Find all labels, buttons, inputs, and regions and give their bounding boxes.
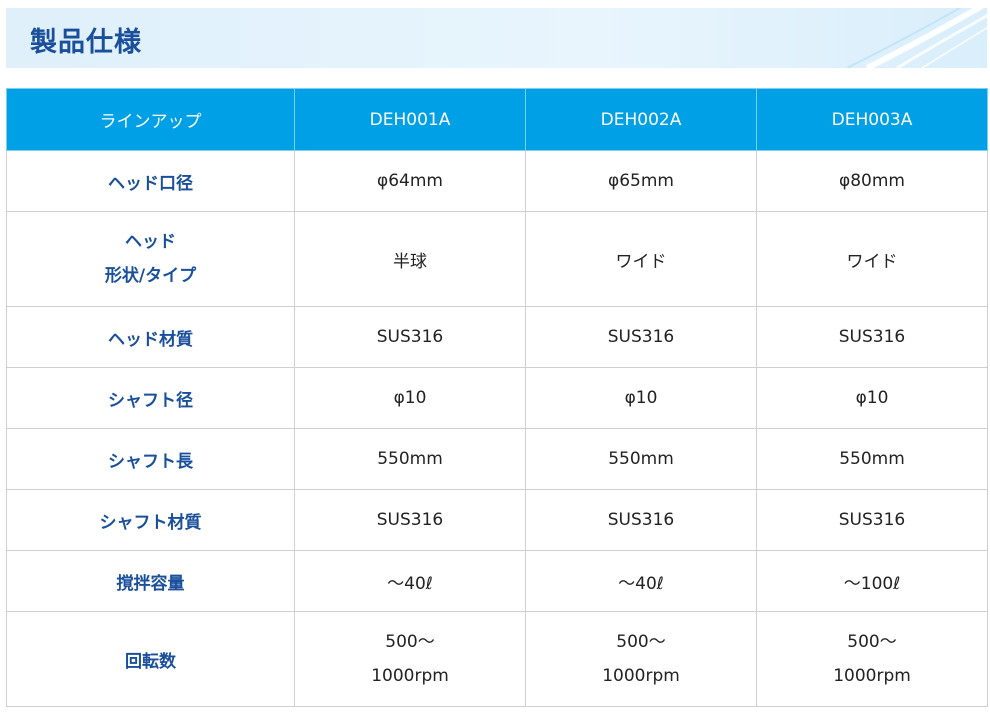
cell-value: φ10 [624, 388, 658, 408]
table-cell: 500～ 1000rpm [525, 611, 757, 707]
table-cell: 半球 [294, 211, 526, 307]
row-label-line: シャフト径 [108, 390, 193, 411]
table-cell: φ10 [525, 367, 757, 429]
row-label: 撹拌容量 [6, 550, 295, 612]
table-cell: 550mm [294, 428, 526, 490]
cell-value: ワイド [846, 251, 898, 272]
table-cell: φ10 [756, 367, 988, 429]
table-row: ヘッド口径 φ64mm φ65mm φ80mm [6, 150, 988, 212]
row-label: シャフト長 [6, 428, 295, 490]
cell-value: φ10 [855, 388, 889, 408]
table-row: ヘッド材質 SUS316 SUS316 SUS316 [6, 306, 988, 368]
table-cell: SUS316 [525, 306, 757, 368]
cell-value: 550mm [608, 449, 674, 469]
row-label-line: 形状/タイプ [104, 266, 197, 286]
cell-value: 1000rpm [833, 666, 911, 686]
cell-value: SUS316 [376, 327, 444, 347]
cell-value: φ65mm [608, 171, 674, 191]
cell-value: ～40ℓ [387, 573, 433, 594]
cell-value: SUS316 [376, 510, 444, 530]
row-label: 回転数 [6, 611, 295, 707]
row-label: ヘッド形状/タイプ [6, 211, 295, 307]
table-header-row: ラインアップ DEH001A DEH002A DEH003A [6, 88, 988, 151]
table-cell: φ65mm [525, 150, 757, 212]
table-cell: φ64mm [294, 150, 526, 212]
table-body: ヘッド口径 φ64mm φ65mm φ80mm ヘッド 形状/タイプ 半球 ワイド ワイド ヘッド… [6, 150, 988, 707]
table-cell: ワイド [525, 211, 757, 307]
cell-value: ～100ℓ [843, 573, 901, 594]
cell-value: 550mm [839, 449, 905, 469]
header-cell-model: DEH002A [525, 88, 757, 151]
row-label-line: ヘッド材質 [108, 329, 193, 350]
cell-value: 半球 [393, 251, 427, 272]
table-cell: φ80mm [756, 150, 988, 212]
table-cell: ～40ℓ [294, 550, 526, 612]
cell-value: φ10 [393, 388, 427, 408]
table-cell: SUS316 [294, 306, 526, 368]
row-label-line: 撹拌容量 [116, 573, 185, 594]
spec-table: ラインアップ DEH001A DEH002A DEH003A ヘッド口径 φ64m… [6, 88, 988, 707]
cell-value: ～40ℓ [618, 573, 664, 594]
row-label-line: ヘッド口径 [108, 173, 193, 194]
table-row: シャフト材質 SUS316 SUS316 SUS316 [6, 489, 988, 551]
row-label-line: ヘッド [125, 232, 176, 252]
table-row: 撹拌容量 ～40ℓ ～40ℓ ～100ℓ [6, 550, 988, 612]
table-cell: 550mm [756, 428, 988, 490]
cell-value: 500～ [847, 632, 897, 652]
table-row: ヘッド形状/タイプ 半球 ワイド ワイド [6, 211, 988, 307]
row-label-line: 回転数 [125, 651, 176, 672]
table-row: 回転数 500～ 1000rpm 500～ 1000rpm 500～ 1000rpm [6, 611, 988, 707]
table-cell: 500～ 1000rpm [756, 611, 988, 707]
header-cell-model: DEH001A [294, 88, 526, 151]
table-row: シャフト長 550mm 550mm 550mm [6, 428, 988, 490]
decorative-swoosh-icon [846, 8, 987, 68]
section-title-bar: 製品仕様 [6, 8, 987, 68]
row-label: ヘッド材質 [6, 306, 295, 368]
row-label: ヘッド口径 [6, 150, 295, 212]
table-cell: ～40ℓ [525, 550, 757, 612]
cell-value: 1000rpm [602, 666, 680, 686]
table-cell: SUS316 [756, 489, 988, 551]
row-label-line: シャフト材質 [99, 512, 202, 533]
table-row: シャフト径 φ10 φ10 φ10 [6, 367, 988, 429]
header-cell-lineup: ラインアップ [6, 88, 295, 151]
row-label: シャフト材質 [6, 489, 295, 551]
cell-value: 500～ [616, 632, 666, 652]
table-cell: 550mm [525, 428, 757, 490]
cell-value: 500～ [385, 632, 435, 652]
table-cell: φ10 [294, 367, 526, 429]
cell-value: 1000rpm [371, 666, 449, 686]
cell-value: 550mm [377, 449, 443, 469]
header-cell-model: DEH003A [756, 88, 988, 151]
table-cell: SUS316 [756, 306, 988, 368]
cell-value: SUS316 [838, 510, 906, 530]
row-label: シャフト径 [6, 367, 295, 429]
table-cell: 500～ 1000rpm [294, 611, 526, 707]
row-label-line: シャフト長 [108, 451, 193, 472]
table-cell: ワイド [756, 211, 988, 307]
page-title: 製品仕様 [30, 27, 142, 58]
table-cell: SUS316 [294, 489, 526, 551]
cell-value: φ80mm [839, 171, 905, 191]
table-cell: ～100ℓ [756, 550, 988, 612]
cell-value: ワイド [615, 251, 667, 272]
cell-value: φ64mm [377, 171, 443, 191]
cell-value: SUS316 [607, 327, 675, 347]
cell-value: SUS316 [838, 327, 906, 347]
table-cell: SUS316 [525, 489, 757, 551]
cell-value: SUS316 [607, 510, 675, 530]
